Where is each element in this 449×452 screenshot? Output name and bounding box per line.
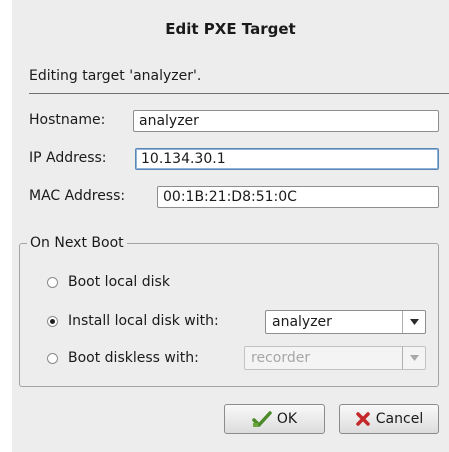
separator [29,93,449,94]
boot-local-disk-option[interactable]: Boot local disk [47,274,170,290]
hostname-input[interactable] [133,110,439,132]
ip-address-input[interactable] [135,148,439,170]
cancel-button-label: Cancel [375,411,424,427]
chevron-down-icon[interactable] [402,347,425,369]
edit-pxe-target-dialog: Edit PXE Target Editing target 'analyzer… [12,0,449,452]
cancel-button[interactable]: Cancel [339,404,439,434]
boot-diskless-radio[interactable] [47,352,58,364]
red-x-icon [356,412,370,426]
install-local-disk-option[interactable]: Install local disk with: [47,313,219,329]
install-local-disk-radio[interactable] [47,315,58,327]
install-local-disk-label: Install local disk with: [68,313,219,329]
ok-button[interactable]: OK [224,404,325,434]
ok-button-label: OK [276,411,298,427]
dialog-title: Edit PXE Target [165,20,296,38]
boot-local-disk-label: Boot local disk [68,274,170,290]
install-image-value: analyzer [272,314,332,330]
chevron-down-icon[interactable] [402,311,425,333]
hostname-label: Hostname: [29,112,106,128]
mac-address-label: MAC Address: [29,188,126,204]
diskless-image-select[interactable]: recorder [244,346,426,370]
boot-diskless-option[interactable]: Boot diskless with: [47,350,199,366]
intro-text: Editing target 'analyzer'. [29,68,202,84]
mac-address-input[interactable] [157,186,439,208]
boot-diskless-label: Boot diskless with: [68,350,199,366]
diskless-image-value: recorder [251,350,311,366]
green-check-icon [252,411,272,427]
group-legend: On Next Boot [30,235,124,251]
ip-address-label: IP Address: [29,150,107,166]
install-image-select[interactable]: analyzer [265,310,426,334]
boot-local-disk-radio[interactable] [47,276,58,288]
